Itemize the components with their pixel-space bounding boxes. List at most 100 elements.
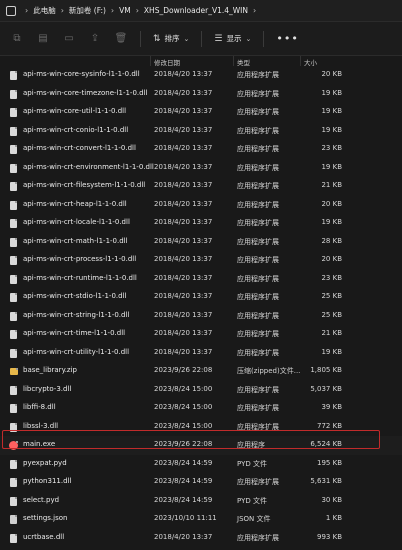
file-size: 772 KB <box>317 421 342 430</box>
file-type: 应用程序扩展 <box>237 219 279 227</box>
file-icon <box>10 219 17 228</box>
view-label: 显示 <box>226 34 242 43</box>
file-row[interactable]: api-ms-win-crt-convert-l1-1-0.dll 2018/4/… <box>0 140 402 159</box>
view-button[interactable]: ☰ 显示 ⌄ <box>214 33 251 44</box>
file-row[interactable]: select.pyd 2023/8/24 14:59 PYD 文件 30 KB <box>0 492 402 511</box>
file-icon <box>10 311 17 321</box>
file-type: 应用程序扩展 <box>237 533 279 542</box>
file-size: 28 KB <box>321 236 342 245</box>
selection-highlight-box <box>2 430 380 449</box>
file-row[interactable]: python311.dll 2023/8/24 14:59 应用程序扩展 5,631 … <box>0 473 402 492</box>
file-icon <box>10 478 17 487</box>
file-date: 2018/4/20 13:37 <box>154 310 213 319</box>
delete-icon[interactable]: 🗑 <box>114 32 128 46</box>
file-type: 应用程序扩展 <box>237 200 279 209</box>
file-row[interactable]: api-ms-win-crt-locale-l1-1-0.dll 2018/4/2… <box>0 214 402 233</box>
file-name: settings.json <box>23 514 68 522</box>
file-type: 应用程序扩展 <box>237 274 279 283</box>
file-date: 2023/8/24 15:00 <box>154 384 213 393</box>
file-row[interactable]: api-ms-win-crt-utility-l1-1-0.dll 2018/4/… <box>0 344 402 363</box>
column-divider[interactable] <box>300 56 301 66</box>
file-size: 993 KB <box>317 532 342 541</box>
column-divider[interactable] <box>233 56 234 66</box>
file-type: 应用程序扩展 <box>237 385 279 394</box>
file-size: 20 KB <box>321 70 342 78</box>
file-size: 19 KB <box>321 162 342 171</box>
sort-icon: ⇅ <box>153 33 161 44</box>
file-type: JSON 文件 <box>237 515 271 523</box>
file-row[interactable]: pyexpat.pyd 2023/8/24 14:59 PYD 文件 195 KB <box>0 455 402 474</box>
file-icon <box>10 274 17 284</box>
file-type: 应用程序扩展 <box>237 182 279 190</box>
sort-button[interactable]: ⇅ 排序 ⌄ <box>153 33 189 44</box>
file-date: 2018/4/20 13:37 <box>154 125 213 134</box>
file-icon <box>10 533 17 543</box>
paste-icon[interactable]: ▤ <box>36 32 50 46</box>
file-row[interactable]: api-ms-win-crt-math-l1-1-0.dll 2018/4/20 … <box>0 233 402 252</box>
file-row[interactable]: api-ms-win-crt-filesystem-l1-1-0.dll 2018… <box>0 177 402 196</box>
file-row[interactable]: settings.json 2023/10/10 11:11 JSON 文件 1 KB <box>0 510 402 529</box>
file-date: 2018/4/20 13:37 <box>154 70 213 78</box>
file-row[interactable]: api-ms-win-crt-runtime-l1-1-0.dll 2018/4/… <box>0 270 402 289</box>
file-date: 2018/4/20 13:37 <box>154 532 213 541</box>
toolbar-divider <box>201 30 203 47</box>
file-size: 5,631 KB <box>310 477 342 485</box>
file-row[interactable]: api-ms-win-crt-environment-l1-1-0.dll 201… <box>0 159 402 178</box>
file-size: 195 KB <box>317 458 342 467</box>
file-date: 2018/4/20 13:37 <box>154 181 213 189</box>
file-type: 压缩(zipped)文件... <box>237 367 301 375</box>
file-date: 2018/4/20 13:37 <box>154 199 213 208</box>
file-row[interactable]: api-ms-win-core-timezone-l1-1-0.dll 2018/… <box>0 85 402 104</box>
file-row[interactable]: ucrtbase.dll 2018/4/20 13:37 应用程序扩展 993 KB <box>0 529 402 548</box>
file-date: 2018/4/20 13:37 <box>154 255 213 263</box>
file-date: 2018/4/20 13:37 <box>154 329 213 337</box>
file-type: 应用程序扩展 <box>237 348 279 357</box>
file-icon <box>10 108 17 117</box>
file-icon <box>10 293 17 302</box>
file-row[interactable]: api-ms-win-crt-string-l1-1-0.dll 2018/4/2… <box>0 307 402 326</box>
file-row[interactable]: api-ms-win-crt-conio-l1-1-0.dll 2018/4/20… <box>0 122 402 141</box>
file-name: api-ms-win-crt-string-l1-1-0.dll <box>23 310 130 319</box>
breadcrumb-current-folder[interactable]: XHS_Downloader_V1.4_WIN <box>144 6 248 15</box>
file-name: libcrypto-3.dll <box>23 384 72 393</box>
file-size: 23 KB <box>321 273 342 282</box>
file-name: api-ms-win-crt-heap-l1-1-0.dll <box>23 199 127 208</box>
rename-icon[interactable]: ▭ <box>62 32 76 46</box>
file-row[interactable]: api-ms-win-crt-process-l1-1-0.dll 2018/4/… <box>0 251 402 270</box>
file-row[interactable]: api-ms-win-crt-time-l1-1-0.dll 2018/4/20 … <box>0 325 402 344</box>
file-name: ucrtbase.dll <box>23 532 65 541</box>
more-options-button[interactable]: ••• <box>276 32 298 45</box>
file-date: 2023/8/24 14:59 <box>154 458 213 467</box>
file-row[interactable]: api-ms-win-core-util-l1-1-0.dll 2018/4/20… <box>0 103 402 122</box>
file-row[interactable]: api-ms-win-crt-stdio-l1-1-0.dll 2018/4/20… <box>0 288 402 307</box>
column-divider[interactable] <box>150 56 151 66</box>
file-date: 2023/8/24 14:59 <box>154 477 213 485</box>
address-bar[interactable]: › 此电脑 › 新加卷 (F:) › VM › XHS_Downloader_V… <box>0 0 402 22</box>
copy-icon[interactable]: ⧉ <box>10 32 24 46</box>
file-name: api-ms-win-crt-stdio-l1-1-0.dll <box>23 292 127 300</box>
breadcrumb-vm[interactable]: VM <box>119 6 131 15</box>
file-row[interactable]: base_library.zip 2023/9/26 22:08 压缩(zipped… <box>0 362 402 381</box>
file-type: 应用程序扩展 <box>237 108 279 116</box>
file-name: api-ms-win-crt-environment-l1-1-0.dll <box>23 162 154 171</box>
file-explorer-window: › 此电脑 › 新加卷 (F:) › VM › XHS_Downloader_V… <box>0 0 402 550</box>
json-file-icon <box>10 515 17 524</box>
share-icon[interactable]: ⇪ <box>88 32 102 46</box>
chevron-right-icon: › <box>110 6 115 15</box>
file-icon <box>10 496 17 506</box>
file-name: api-ms-win-core-timezone-l1-1-0.dll <box>23 88 148 97</box>
file-name: api-ms-win-crt-process-l1-1-0.dll <box>23 255 137 263</box>
breadcrumb-this-pc[interactable]: 此电脑 <box>33 5 56 16</box>
file-date: 2018/4/20 13:37 <box>154 347 213 356</box>
file-row[interactable]: api-ms-win-crt-heap-l1-1-0.dll 2018/4/20 … <box>0 196 402 215</box>
file-name: select.pyd <box>23 495 60 504</box>
file-icon <box>10 459 17 469</box>
breadcrumb-drive[interactable]: 新加卷 (F:) <box>69 5 106 16</box>
file-row[interactable]: api-ms-win-core-sysinfo-l1-1-0.dll 2018/4… <box>0 66 402 85</box>
file-type: 应用程序扩展 <box>237 237 279 246</box>
file-date: 2023/8/24 14:59 <box>154 495 213 504</box>
file-row[interactable]: libcrypto-3.dll 2023/8/24 15:00 应用程序扩展 5,03… <box>0 381 402 400</box>
file-row[interactable]: libffi-8.dll 2023/8/24 15:00 应用程序扩展 39 KB <box>0 399 402 418</box>
file-date: 2018/4/20 13:37 <box>154 144 213 152</box>
file-name: api-ms-win-crt-time-l1-1-0.dll <box>23 329 126 337</box>
